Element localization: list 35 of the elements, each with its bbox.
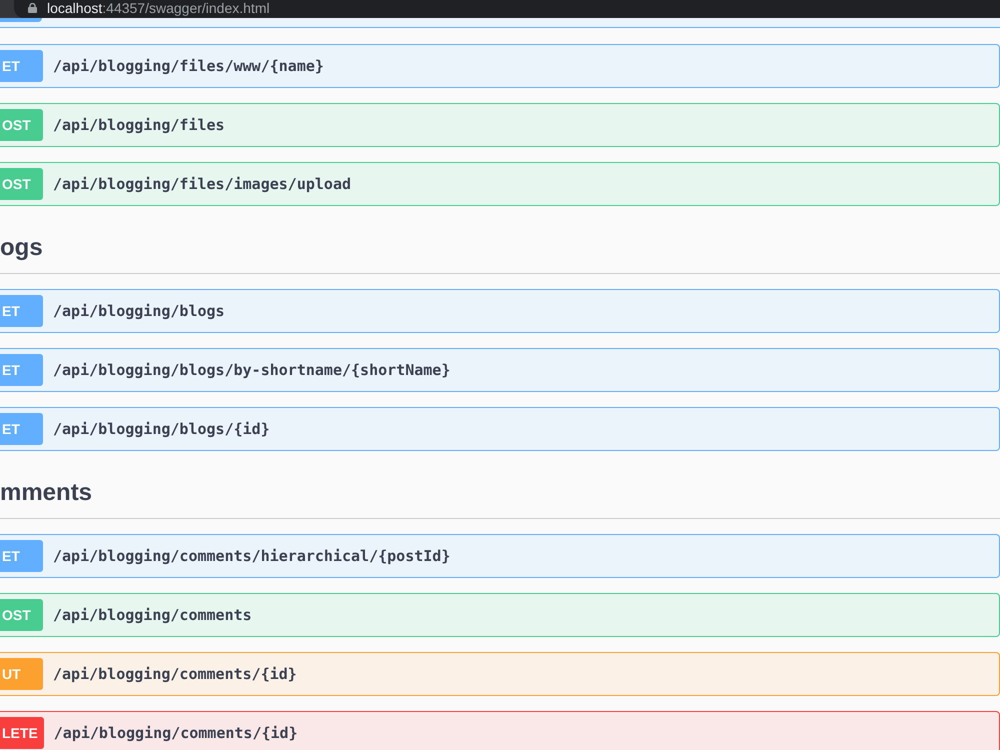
section-title[interactable]: mments (0, 479, 92, 507)
endpoint-path: /api/blogging/comments (53, 606, 252, 624)
operation-row[interactable]: OST /api/blogging/files/images/upload (0, 162, 1000, 206)
operation-row[interactable]: ET /api/blogging/files/www/{name} (0, 44, 1000, 88)
lock-icon (28, 3, 37, 13)
method-badge: ET (0, 413, 43, 445)
operation-row[interactable]: UT /api/blogging/comments/{id} (0, 652, 1000, 696)
operation-row[interactable]: OST /api/blogging/files (0, 103, 1000, 147)
endpoint-path: /api/blogging/comments/{id} (54, 724, 298, 742)
operation-row[interactable]: ET /api/blogging/comments/hierarchical/{postId} (0, 534, 1000, 578)
endpoint-path: /api/blogging/blogs (53, 302, 225, 320)
section-title[interactable]: ogs (0, 234, 43, 262)
operation-row[interactable]: LETE /api/blogging/comments/{id} (0, 711, 1000, 750)
address-bar[interactable]: localhost:44357/swagger/index.html (14, 0, 1000, 18)
method-badge: OST (0, 109, 43, 141)
method-badge: ET (0, 354, 43, 386)
endpoint-path: /api/blogging/blogs/by-shortname/{shortName} (53, 361, 450, 379)
operation-row[interactable]: OST /api/blogging/comments (0, 593, 1000, 637)
endpoint-path: /api/blogging/files/www/{name} (53, 57, 324, 75)
method-badge: ET (0, 540, 43, 572)
method-badge: LETE (0, 717, 44, 749)
method-badge: UT (0, 658, 43, 690)
operation-row[interactable]: ET /api/blogging/blogs/{id} (0, 407, 1000, 451)
endpoint-path: /api/blogging/comments/{id} (53, 665, 297, 683)
endpoint-path: /api/blogging/files (53, 116, 225, 134)
operation-row[interactable]: ET /api/blogging/blogs (0, 289, 1000, 333)
address-text: localhost:44357/swagger/index.html (47, 0, 270, 16)
method-badge: ET (0, 50, 43, 82)
endpoint-path: /api/blogging/comments/hierarchical/{postId} (53, 547, 450, 565)
method-badge: ET (0, 295, 43, 327)
operation-row[interactable]: ET /api/blogging/blogs/by-shortname/{shortName} (0, 348, 1000, 392)
endpoint-path: /api/blogging/blogs/{id} (53, 420, 270, 438)
method-badge: OST (0, 599, 43, 631)
method-badge: OST (0, 168, 43, 200)
endpoint-path: /api/blogging/files/images/upload (53, 175, 352, 193)
